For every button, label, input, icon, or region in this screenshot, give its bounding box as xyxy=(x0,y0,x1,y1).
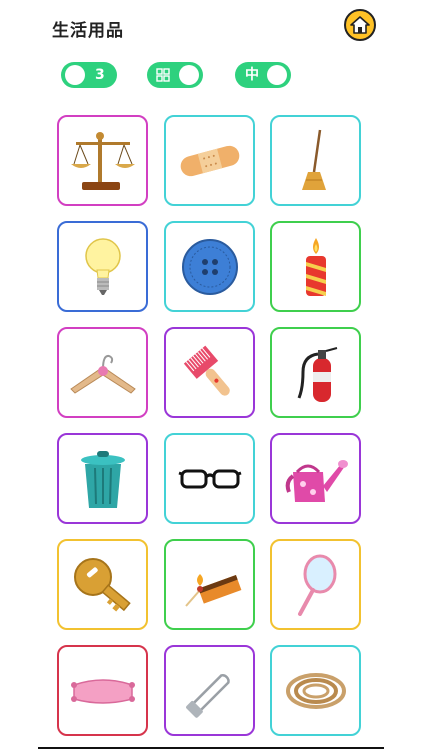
item-card-hand-mirror[interactable] xyxy=(270,539,361,630)
item-card-trash-can[interactable] xyxy=(57,433,148,524)
toggle-knob xyxy=(267,65,287,85)
watering-can-icon xyxy=(285,459,348,502)
glasses-icon xyxy=(178,469,241,488)
item-card-hanger[interactable] xyxy=(57,327,148,418)
hanger-icon xyxy=(69,354,136,394)
item-card-broom[interactable] xyxy=(270,115,361,206)
fire-extinguisher-icon xyxy=(297,346,337,402)
difficulty-toggle[interactable]: 中 xyxy=(235,62,291,88)
item-card-cushion[interactable] xyxy=(57,645,148,736)
item-card-key[interactable] xyxy=(57,539,148,630)
grid-icon xyxy=(156,68,170,82)
item-card-bandage[interactable] xyxy=(164,115,255,206)
toggle-knob xyxy=(65,65,85,85)
header: 生活用品 xyxy=(0,0,422,56)
difficulty-label: 中 xyxy=(245,67,259,83)
settings-toggles: 3 中 xyxy=(0,62,422,90)
comb-icon xyxy=(183,345,230,396)
item-card-button[interactable] xyxy=(164,221,255,312)
item-card-comb[interactable] xyxy=(164,327,255,418)
balance-scale-icon xyxy=(70,131,135,190)
item-card-rope[interactable] xyxy=(270,645,361,736)
light-bulb-icon xyxy=(84,237,121,295)
home-indicator xyxy=(38,747,384,749)
item-card-safety-pin[interactable] xyxy=(164,645,255,736)
matches-icon xyxy=(184,573,241,607)
hand-mirror-icon xyxy=(297,554,336,616)
item-card-glasses[interactable] xyxy=(164,433,255,524)
page-title: 生活用品 xyxy=(52,21,124,41)
button-icon xyxy=(181,238,238,295)
item-card-fire-extinguisher[interactable] xyxy=(270,327,361,418)
home-button[interactable] xyxy=(344,9,376,41)
item-card-matches[interactable] xyxy=(164,539,255,630)
count-label: 3 xyxy=(95,67,105,83)
rope-icon xyxy=(285,672,346,709)
key-icon xyxy=(73,557,131,611)
broom-icon xyxy=(301,129,326,190)
item-card-candle[interactable] xyxy=(270,221,361,312)
item-card-watering-can[interactable] xyxy=(270,433,361,524)
trash-can-icon xyxy=(80,450,125,508)
bandage-icon xyxy=(180,145,239,176)
home-icon xyxy=(350,16,370,34)
item-card-light-bulb[interactable] xyxy=(57,221,148,312)
cushion-icon xyxy=(70,678,135,704)
count-toggle[interactable]: 3 xyxy=(61,62,117,88)
toggle-knob xyxy=(179,65,199,85)
layout-toggle[interactable] xyxy=(147,62,203,88)
safety-pin-icon xyxy=(185,673,230,718)
item-card-balance-scale[interactable] xyxy=(57,115,148,206)
candle-icon xyxy=(305,237,326,296)
